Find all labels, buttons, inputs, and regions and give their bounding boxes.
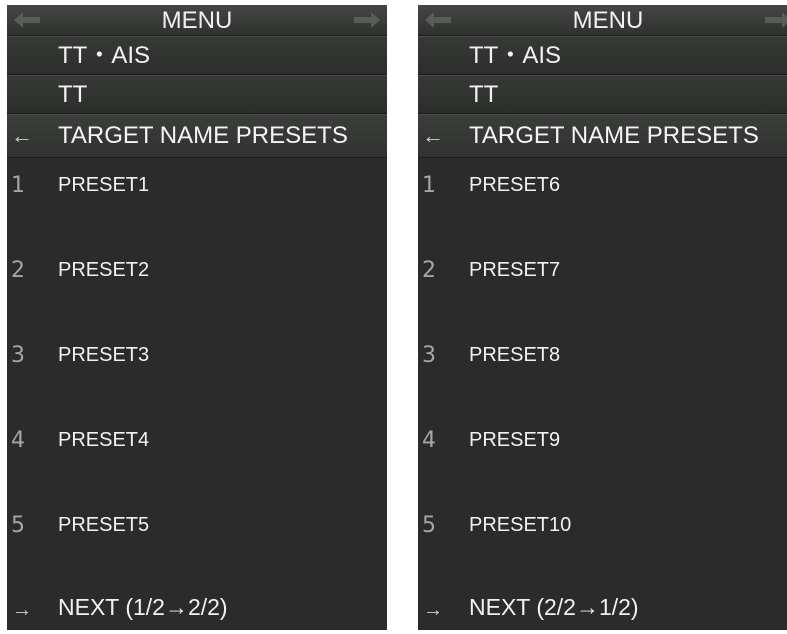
next-label: NEXT (1/2→2/2): [58, 594, 228, 620]
preset-number: 3: [11, 343, 25, 368]
preset-item[interactable]: 4 PRESET9: [418, 420, 787, 505]
preset-number: 1: [422, 173, 436, 198]
target-name-presets-header: ← TARGET NAME PRESETS: [7, 114, 387, 158]
preset-number: 4: [11, 428, 25, 453]
next-page-button[interactable]: → NEXT (1/2→2/2): [7, 592, 387, 630]
menu-item-tt[interactable]: TT: [7, 75, 387, 114]
preset-number: 5: [11, 513, 25, 538]
preset-number: 5: [422, 513, 436, 538]
target-name-presets-header: ← TARGET NAME PRESETS: [418, 114, 787, 158]
preset-item[interactable]: 5 PRESET5: [7, 505, 387, 590]
menu-panel-page-2: MENU TT・AIS TT ← TARGET NAME PRESETS 1 P…: [418, 5, 787, 630]
menu-title-bar: MENU: [418, 5, 787, 36]
preset-label: PRESET2: [58, 259, 150, 281]
preset-item[interactable]: 3 PRESET8: [418, 335, 787, 420]
preset-item[interactable]: 2 PRESET7: [418, 250, 787, 335]
preset-label: PRESET5: [58, 514, 150, 536]
preset-label: PRESET6: [469, 174, 561, 196]
menu-title: MENU: [161, 7, 233, 34]
preset-number: 4: [422, 428, 436, 453]
arrow-right-icon[interactable]: [764, 11, 787, 29]
menu-item-tt-ais[interactable]: TT・AIS: [7, 36, 387, 75]
next-arrow-icon: →: [12, 599, 32, 621]
preset-label: PRESET7: [469, 259, 561, 281]
preset-label: PRESET8: [469, 344, 561, 366]
menu-item-tt[interactable]: TT: [418, 75, 787, 114]
preset-item[interactable]: 3 PRESET3: [7, 335, 387, 420]
preset-number: 1: [11, 173, 25, 198]
section-title: TARGET NAME PRESETS: [469, 122, 759, 149]
menu-title-bar: MENU: [7, 5, 387, 36]
preset-number: 2: [422, 258, 436, 283]
menu-panel-page-1: MENU TT・AIS TT ← TARGET NAME PRESETS 1 P…: [7, 5, 387, 630]
preset-list: 1 PRESET6 2 PRESET7 3 PRESET8 4 PRESET9 …: [418, 165, 787, 630]
next-label: NEXT (2/2→1/2): [469, 594, 639, 620]
preset-number: 2: [11, 258, 25, 283]
arrow-right-icon[interactable]: [353, 11, 381, 29]
menu-title: MENU: [572, 7, 644, 34]
preset-number: 3: [422, 343, 436, 368]
preset-label: PRESET3: [58, 344, 150, 366]
preset-label: PRESET9: [469, 429, 561, 451]
preset-list: 1 PRESET1 2 PRESET2 3 PRESET3 4 PRESET4 …: [7, 165, 387, 630]
preset-item[interactable]: 2 PRESET2: [7, 250, 387, 335]
preset-item[interactable]: 4 PRESET4: [7, 420, 387, 505]
next-arrow-icon: →: [423, 599, 443, 621]
preset-item[interactable]: 1 PRESET6: [418, 165, 787, 250]
preset-label: PRESET10: [469, 514, 572, 536]
back-arrow-icon[interactable]: ←: [420, 115, 446, 157]
next-page-button[interactable]: → NEXT (2/2→1/2): [418, 592, 787, 630]
preset-item[interactable]: 5 PRESET10: [418, 505, 787, 590]
preset-label: PRESET1: [58, 174, 150, 196]
preset-label: PRESET4: [58, 429, 150, 451]
menu-item-tt-ais[interactable]: TT・AIS: [418, 36, 787, 75]
back-arrow-icon[interactable]: ←: [9, 115, 35, 157]
preset-item[interactable]: 1 PRESET1: [7, 165, 387, 250]
section-title: TARGET NAME PRESETS: [58, 122, 348, 149]
